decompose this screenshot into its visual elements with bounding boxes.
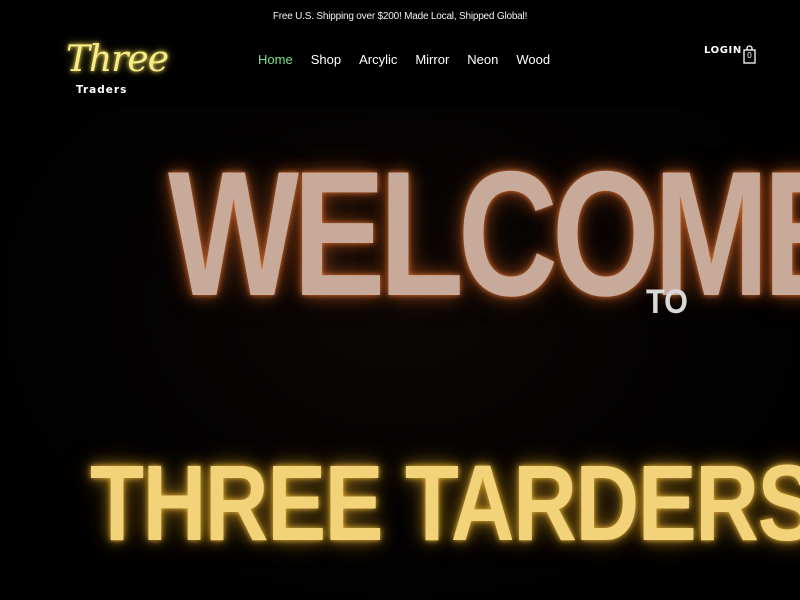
nav-item-mirror[interactable]: Mirror — [415, 50, 449, 70]
cart-count: 0 — [747, 51, 752, 60]
cart-button[interactable]: 0 — [743, 45, 756, 65]
hero-welcome-text: WELCOME — [168, 134, 800, 333]
hero-banner: WELCOME TO THREE TARDERS — [0, 106, 800, 600]
hero-brand-text: THREE TARDERS — [90, 442, 800, 563]
nav-item-arcylic[interactable]: Arcylic — [359, 50, 397, 70]
login-link[interactable]: LOGIN — [704, 45, 742, 56]
announcement-bar: Free U.S. Shipping over $200! Made Local… — [0, 0, 800, 34]
site-header: Three Traders Home Shop Arcylic Mirror N… — [0, 34, 800, 106]
hero-to-text: TO — [646, 283, 688, 321]
nav-item-home[interactable]: Home — [258, 50, 293, 70]
logo[interactable]: Three Traders — [58, 38, 169, 104]
nav-item-shop[interactable]: Shop — [311, 50, 341, 70]
announcement-text: Free U.S. Shipping over $200! Made Local… — [272, 11, 528, 22]
nav-item-neon[interactable]: Neon — [467, 50, 498, 70]
logo-script-text: Three — [66, 39, 169, 80]
logo-sub-text: Traders — [76, 84, 128, 96]
main-nav: Home Shop Arcylic Mirror Neon Wood — [258, 50, 568, 70]
nav-item-wood[interactable]: Wood — [516, 50, 550, 70]
